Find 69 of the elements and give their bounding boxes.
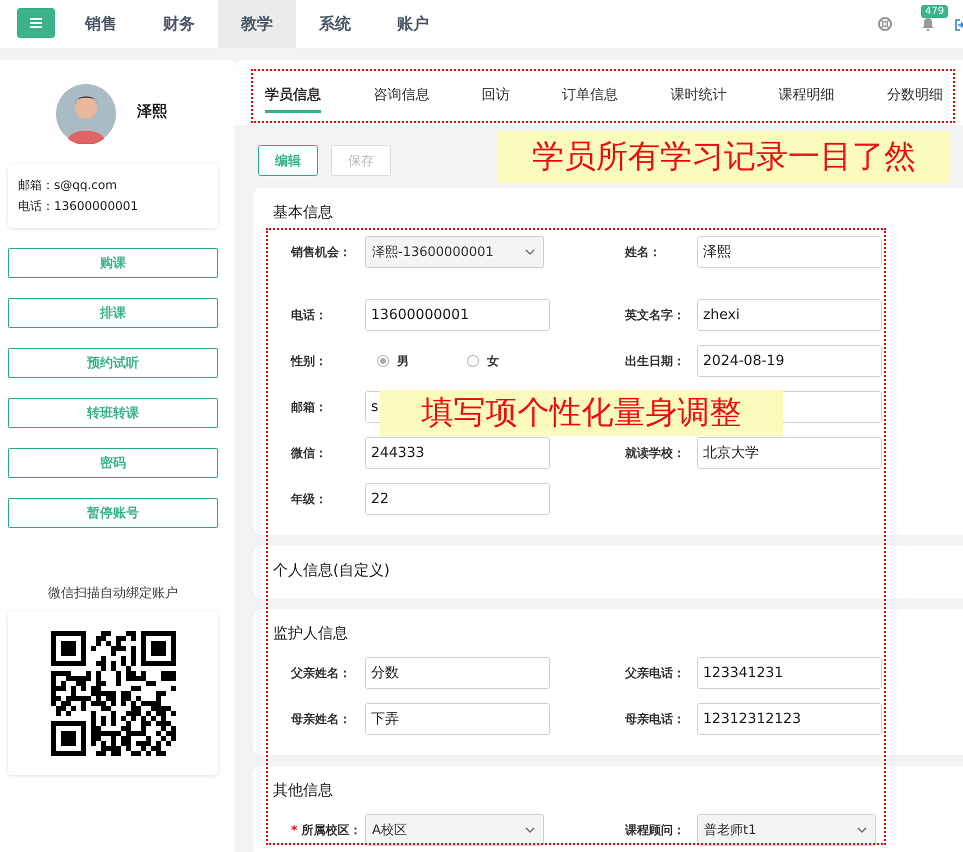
select-field[interactable]: 普老师t1: [697, 814, 876, 846]
radio-button[interactable]: [467, 355, 479, 367]
field-label: 课程顾问：: [625, 822, 685, 838]
input-field[interactable]: 12312312123: [697, 703, 882, 735]
section-title: 监护人信息: [273, 623, 348, 643]
field-label: 性别：: [291, 352, 327, 370]
avatar: [56, 84, 116, 144]
input-field[interactable]: 分数: [365, 657, 550, 689]
field-label: 邮箱：: [291, 398, 327, 416]
phone-label: 电话：: [18, 198, 54, 215]
field-label: 母亲电话：: [625, 710, 685, 728]
field-label: 微信：: [291, 444, 327, 462]
field-label: 姓名：: [625, 244, 661, 260]
nav-tab[interactable]: 系统: [296, 0, 374, 48]
menu-button[interactable]: [17, 8, 55, 38]
nav-tab[interactable]: 财务: [140, 0, 218, 48]
nav-tab[interactable]: 账户: [374, 0, 452, 48]
input-field[interactable]: 123341231: [697, 657, 882, 689]
field-label: 英文名字：: [625, 306, 685, 324]
input-field[interactable]: 244333: [365, 437, 550, 469]
student-name: 泽熙: [137, 102, 167, 120]
lifebuoy-icon[interactable]: [878, 17, 892, 31]
section-title: 基本信息: [273, 202, 333, 222]
chevron-down-icon: [525, 249, 535, 255]
tab[interactable]: 学员信息: [265, 76, 321, 113]
nav-tab[interactable]: 教学: [218, 0, 296, 48]
required-mark: *: [291, 823, 298, 837]
annotation-tooltip: 填写项个性化量身调整: [380, 390, 783, 436]
radio-label: 男: [397, 352, 409, 370]
select-field[interactable]: 泽熙-13600000001: [365, 236, 544, 268]
tab[interactable]: 咨询信息: [373, 76, 430, 113]
bell-icon[interactable]: [921, 16, 935, 32]
field-label: 销售机会：: [291, 244, 351, 260]
tab[interactable]: 分数明细: [886, 76, 943, 113]
input-field[interactable]: 下弄: [365, 703, 550, 735]
field-label: 父亲姓名：: [291, 664, 351, 682]
input-field[interactable]: 泽熙: [697, 236, 882, 268]
chevron-down-icon: [857, 827, 867, 833]
phone-value: 13600000001: [54, 198, 138, 215]
input-field[interactable]: 22: [365, 483, 550, 515]
logout-icon[interactable]: [955, 19, 963, 31]
field-label: 出生日期：: [625, 352, 685, 370]
tab[interactable]: 课程明细: [778, 76, 835, 113]
select-field[interactable]: A校区: [365, 814, 544, 846]
input-field[interactable]: 13600000001: [365, 299, 550, 331]
radio-button[interactable]: [377, 355, 389, 367]
chevron-down-icon: [525, 827, 535, 833]
field-label: 父亲电话：: [625, 664, 685, 682]
input-field[interactable]: 2024-08-19: [697, 345, 882, 377]
section-title: 其他信息: [273, 780, 333, 800]
field-label: 就读学校：: [625, 444, 685, 462]
input-field[interactable]: zhexi: [697, 299, 882, 331]
field-label: 母亲姓名：: [291, 710, 351, 728]
tab[interactable]: 课时统计: [670, 76, 726, 113]
field-label: 所属校区：: [301, 822, 362, 838]
email-label: 邮箱：: [18, 177, 54, 194]
field-label: 年级：: [291, 490, 327, 508]
section-title: 个人信息(自定义): [273, 560, 390, 580]
tab[interactable]: 订单信息: [562, 76, 618, 113]
menu-icon: [30, 18, 42, 28]
tab[interactable]: 回访: [482, 76, 510, 113]
notification-badge: 479: [921, 5, 948, 18]
email-value: s@qq.com: [54, 177, 117, 194]
input-field[interactable]: 北京大学: [697, 437, 882, 469]
annotation-tooltip: 学员所有学习记录一目了然: [498, 131, 950, 183]
qr-caption: 微信扫描自动绑定账户: [47, 585, 179, 602]
radio-label: 女: [487, 352, 499, 370]
field-label: 电话：: [291, 306, 327, 324]
nav-tab[interactable]: 销售: [62, 0, 140, 48]
